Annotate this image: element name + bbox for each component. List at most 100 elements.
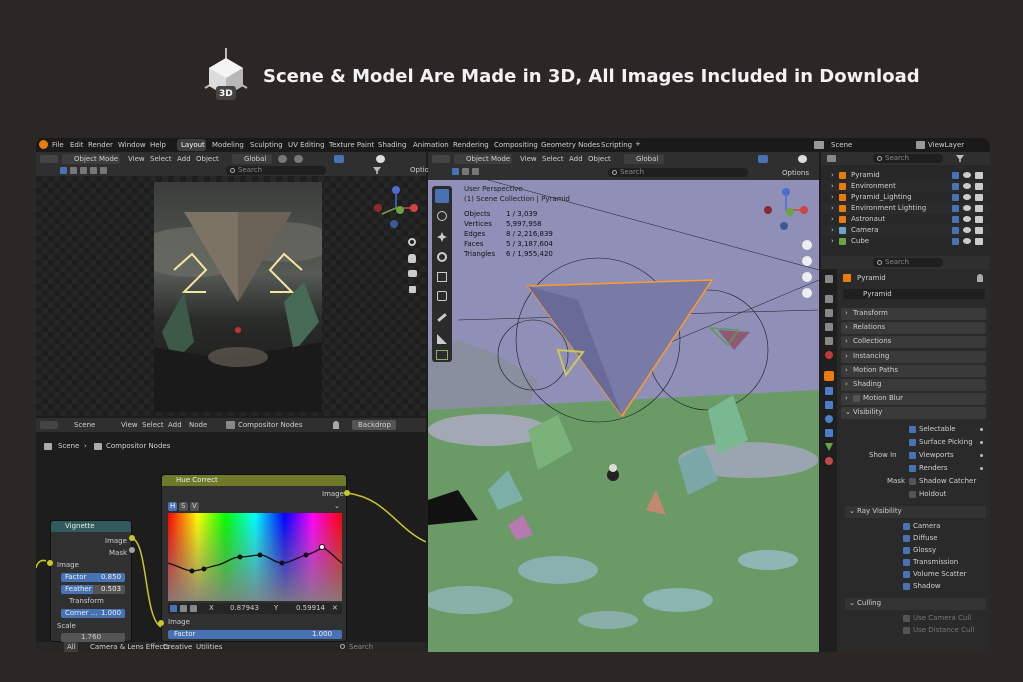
viewport-zoom-icon[interactable] <box>802 240 812 250</box>
expand-arrow-icon[interactable]: › <box>831 215 834 223</box>
expand-arrow-icon[interactable]: › <box>831 204 834 212</box>
tool-mode3-icon[interactable] <box>90 167 97 174</box>
hue-delete-point-icon[interactable]: ✕ <box>332 604 338 613</box>
expand-arrow-icon[interactable]: › <box>831 182 834 190</box>
tab-render-icon[interactable] <box>825 295 833 303</box>
zoom-icon[interactable] <box>408 238 416 246</box>
tool-transform-icon[interactable] <box>437 291 447 301</box>
exclude-checkbox[interactable] <box>952 216 959 223</box>
hue-curve-menu-icon[interactable]: ⌄ <box>334 502 340 511</box>
filter-icon[interactable] <box>373 167 381 174</box>
tool-add-cube-icon[interactable] <box>436 350 448 360</box>
eye-icon[interactable] <box>963 205 971 211</box>
viewport-orientation[interactable]: Global <box>636 155 658 164</box>
camera-render-icon[interactable] <box>975 172 983 179</box>
keyframe-dot-icon[interactable] <box>980 466 983 470</box>
tool-annotate-icon[interactable] <box>437 313 447 322</box>
tab-physics-icon[interactable] <box>825 415 833 423</box>
hue-socket-in[interactable] <box>158 620 164 626</box>
object-name-value[interactable]: Pyramid <box>863 290 892 299</box>
tab-output-icon[interactable] <box>825 309 833 317</box>
outliner-row[interactable]: › Pyramid <box>821 170 990 181</box>
camera-render-icon[interactable] <box>975 216 983 223</box>
tab-world-icon[interactable] <box>825 351 833 359</box>
viewport-shading-icon[interactable] <box>798 155 807 163</box>
tab-view-layer-icon[interactable] <box>825 323 833 331</box>
viewport-tool-select-icon[interactable] <box>452 168 459 175</box>
menu-file[interactable]: File <box>52 141 64 150</box>
asset-tab-utilities[interactable]: Utilities <box>196 643 222 652</box>
eye-icon[interactable] <box>963 216 971 222</box>
checkbox-renders[interactable] <box>909 464 916 472</box>
viewport-menu-view[interactable]: View <box>520 155 537 164</box>
hue-curve-widget[interactable] <box>168 513 342 601</box>
outliner-editor-icon[interactable] <box>827 155 836 162</box>
vignette-node[interactable]: Vignette Image Mask Image Factor 0.850 F… <box>50 520 132 642</box>
menu-render[interactable]: Render <box>88 141 113 150</box>
outliner-row[interactable]: › Camera <box>821 225 990 236</box>
viewport-camera-icon[interactable] <box>802 272 812 282</box>
properties-pin-icon[interactable] <box>977 274 983 282</box>
checkbox-holdout[interactable] <box>909 490 916 498</box>
exclude-checkbox[interactable] <box>952 172 959 179</box>
tab-material-icon[interactable] <box>825 457 833 465</box>
tool-rotate-icon[interactable] <box>437 252 447 262</box>
viewport-options[interactable]: Options <box>782 169 809 178</box>
eye-icon[interactable] <box>963 194 971 200</box>
tool-select-box-icon[interactable] <box>435 189 449 203</box>
ray-checkbox[interactable] <box>903 534 910 542</box>
proportional-icon[interactable] <box>294 155 303 163</box>
viewport-tool-mode2-icon[interactable] <box>462 168 469 175</box>
ray-checkbox[interactable] <box>903 522 910 530</box>
outliner-row[interactable]: › Cube <box>821 236 990 247</box>
eye-icon[interactable] <box>963 227 971 233</box>
checkbox-surface_picking[interactable] <box>909 438 916 446</box>
camera-render-icon[interactable] <box>975 194 983 201</box>
tab-scripting[interactable]: Scripting <box>601 141 632 150</box>
viewport-menu-object[interactable]: Object <box>588 155 611 164</box>
viewport-overlay-icon[interactable] <box>758 155 768 163</box>
exclude-checkbox[interactable] <box>952 183 959 190</box>
ray-visibility-arrow-icon[interactable]: ⌄ <box>849 507 855 516</box>
image-editor-mode[interactable]: Object Mode <box>74 155 118 164</box>
tab-animation[interactable]: Animation <box>413 141 449 150</box>
vignette-socket-in[interactable] <box>47 560 53 566</box>
shading-solid-icon[interactable] <box>376 155 385 163</box>
asset-tab-all[interactable]: All <box>67 643 76 652</box>
tab-scene-icon[interactable] <box>825 337 833 345</box>
ray-checkbox[interactable] <box>903 582 910 590</box>
blender-logo-icon[interactable] <box>39 140 48 149</box>
ray-checkbox[interactable] <box>903 558 910 566</box>
hue-x-value[interactable]: 0.87943 <box>230 604 259 613</box>
tool-select-icon[interactable] <box>60 167 67 174</box>
ray-checkbox[interactable] <box>903 546 910 554</box>
camera-render-icon[interactable] <box>975 227 983 234</box>
hue-socket-out[interactable] <box>344 490 350 496</box>
tab-modifiers-icon[interactable] <box>825 387 833 395</box>
viewport-nav-gizmo[interactable] <box>762 186 810 234</box>
camera-render-icon[interactable] <box>975 183 983 190</box>
tab-layout[interactable]: Layout <box>181 141 205 150</box>
outliner-search[interactable]: Search <box>885 154 909 163</box>
outliner-row[interactable]: › Pyramid_Lighting <box>821 192 990 203</box>
tool-scale-icon[interactable] <box>437 272 447 282</box>
expand-arrow-icon[interactable]: › <box>831 226 834 234</box>
image-editor-search[interactable]: Search <box>238 166 262 175</box>
curve-handle-auto-icon[interactable] <box>170 605 177 612</box>
tab-sculpting[interactable]: Sculpting <box>250 141 283 150</box>
asset-tab-creative[interactable]: Creative <box>163 643 192 652</box>
menu-edit[interactable]: Edit <box>70 141 84 150</box>
tab-data-icon[interactable] <box>825 443 833 451</box>
culling-checkbox[interactable] <box>903 626 910 634</box>
viewlayer-selector[interactable]: ViewLayer <box>928 141 964 150</box>
outliner-row[interactable]: › Environment <box>821 181 990 192</box>
motion-blur-checkbox[interactable] <box>853 395 860 403</box>
culling-arrow-icon[interactable]: ⌄ <box>849 599 855 608</box>
expand-arrow-icon[interactable]: › <box>831 193 834 201</box>
add-workspace-button[interactable]: + <box>635 140 641 149</box>
pan-hand-icon[interactable] <box>408 254 416 263</box>
keyframe-dot-icon[interactable] <box>980 453 983 457</box>
snap-icon[interactable] <box>278 155 287 163</box>
tab-shading[interactable]: Shading <box>378 141 406 150</box>
tool-mode4-icon[interactable] <box>100 167 107 174</box>
